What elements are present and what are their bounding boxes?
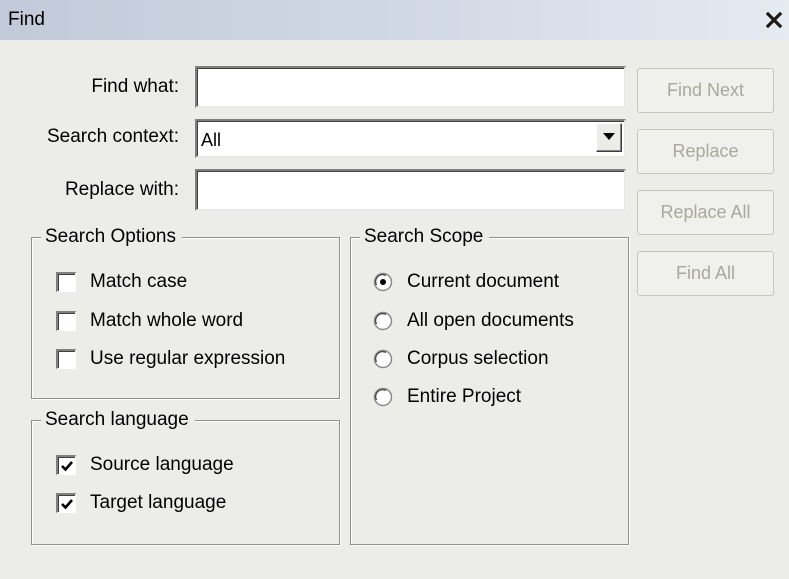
match-case-label: Match case <box>90 271 188 292</box>
replace-with-input-box <box>195 169 626 211</box>
match-whole-word-checkbox[interactable] <box>56 311 76 331</box>
search-language-group: Search language Source language Target l… <box>31 409 340 545</box>
find-dialog: Find Find what: Search context: All Repl… <box>0 0 789 579</box>
replace-all-button[interactable]: Replace All <box>637 190 774 235</box>
target-language-checkbox[interactable] <box>56 493 76 513</box>
find-all-button[interactable]: Find All <box>637 251 774 296</box>
search-context-value: All <box>201 130 222 150</box>
close-icon[interactable] <box>762 8 786 32</box>
all-open-documents-label: All open documents <box>407 310 574 331</box>
search-language-title: Search language <box>41 409 195 431</box>
all-open-documents-radio[interactable] <box>373 311 393 331</box>
replace-with-input[interactable] <box>197 171 624 209</box>
find-what-label: Find what: <box>91 76 179 97</box>
corpus-selection-label: Corpus selection <box>407 348 549 369</box>
current-document-label: Current document <box>407 271 560 292</box>
find-what-input[interactable] <box>197 68 624 106</box>
source-language-label: Source language <box>90 454 234 475</box>
dropdown-arrow-button[interactable] <box>596 123 622 152</box>
entire-project-radio[interactable] <box>373 387 393 407</box>
checkmark-icon <box>61 461 73 472</box>
entire-project-label: Entire Project <box>407 386 522 407</box>
search-context-select[interactable]: All <box>195 119 626 158</box>
regex-checkbox[interactable] <box>56 349 76 369</box>
source-language-checkbox[interactable] <box>56 455 76 475</box>
search-scope-group: Search Scope Current document All open d… <box>350 226 629 545</box>
corpus-selection-radio[interactable] <box>373 349 393 369</box>
search-options-title: Search Options <box>41 226 182 248</box>
replace-with-label: Replace with: <box>64 179 179 200</box>
title-bar[interactable]: Find <box>0 0 789 40</box>
search-context-label: Search context: <box>46 126 179 147</box>
target-language-label: Target language <box>90 492 227 513</box>
find-what-input-box <box>195 66 626 108</box>
match-case-checkbox[interactable] <box>56 272 76 292</box>
current-document-radio[interactable] <box>373 272 393 292</box>
checkmark-icon <box>61 499 73 510</box>
regex-label: Use regular expression <box>90 348 286 369</box>
match-whole-word-label: Match whole word <box>90 310 244 331</box>
find-next-button[interactable]: Find Next <box>637 68 774 113</box>
chevron-down-icon <box>603 133 615 140</box>
search-scope-title: Search Scope <box>360 226 490 248</box>
window-title: Find <box>8 9 45 30</box>
replace-button[interactable]: Replace <box>637 129 774 174</box>
search-options-group: Search Options Match case Match whole wo… <box>31 226 340 399</box>
